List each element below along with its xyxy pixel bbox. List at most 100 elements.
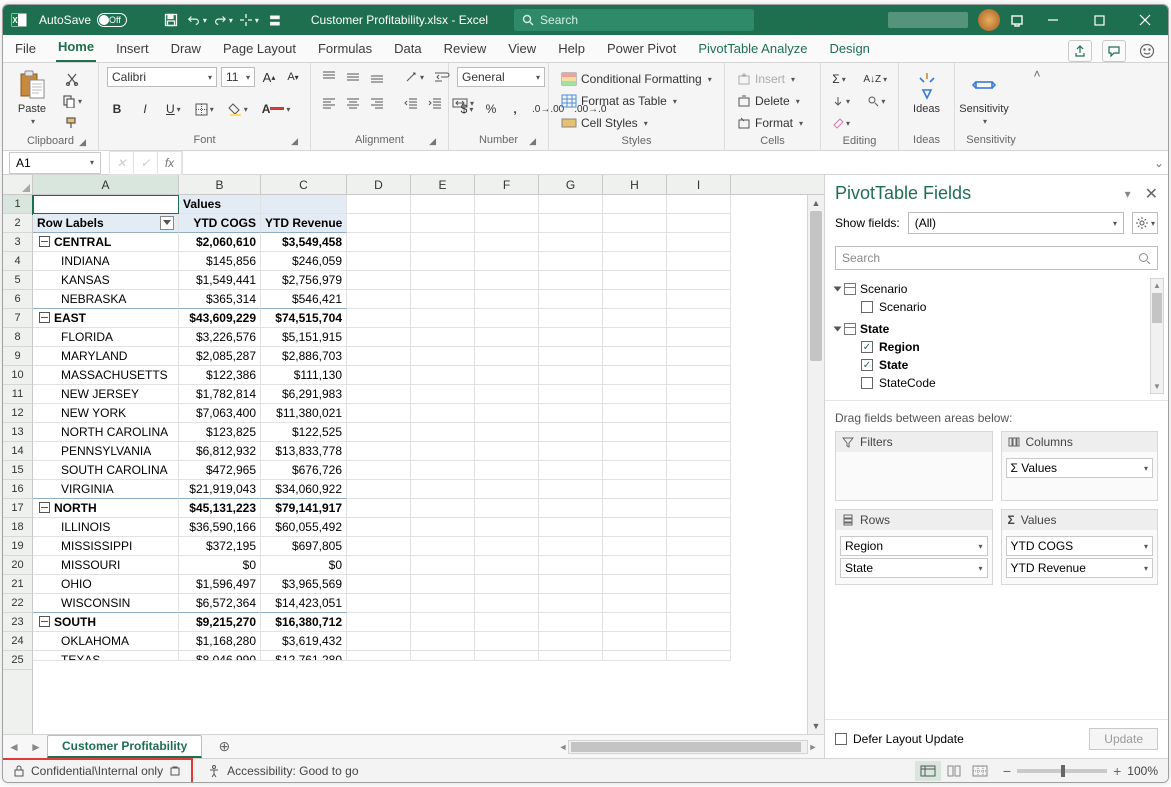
align-bottom-icon[interactable] [367,67,387,87]
cell-C2[interactable]: YTD Revenue [261,214,347,233]
sensitivity-label-status[interactable]: Confidential\Internal only [2,758,193,784]
share-button[interactable] [1068,40,1092,62]
normal-view-icon[interactable] [915,761,941,781]
col-header-A[interactable]: A [33,175,179,194]
cell-A2[interactable]: Row Labels [33,214,179,233]
percent-format-icon[interactable]: % [481,99,501,119]
select-all-triangle[interactable] [3,175,33,194]
row-header[interactable]: 10 [3,366,32,385]
user-avatar[interactable] [978,9,1000,31]
zoom-out-icon[interactable]: − [1003,763,1011,779]
sheet-tab[interactable]: Customer Profitability [47,735,202,758]
area-rows[interactable]: Rows Region▾ State▾ [835,509,993,585]
align-left-icon[interactable] [319,93,339,113]
formula-input[interactable] [183,152,1150,174]
page-break-view-icon[interactable] [967,761,993,781]
row-header[interactable]: 17 [3,499,32,518]
tab-power-pivot[interactable]: Power Pivot [605,37,678,62]
scroll-up-icon[interactable]: ▲ [808,195,824,211]
horizontal-scrollbar[interactable] [568,740,808,754]
row-header[interactable]: 21 [3,575,32,594]
cells-grid[interactable]: Values Row LabelsYTD COGSYTD Revenue CEN… [33,195,807,734]
area-filters[interactable]: Filters [835,431,993,501]
pivot-filter-icon[interactable] [160,216,174,230]
autosum-icon[interactable]: Σ▾ [829,69,849,89]
tab-view[interactable]: View [506,37,538,62]
col-header-H[interactable]: H [603,175,667,194]
row-header[interactable]: 9 [3,347,32,366]
alignment-launcher-icon[interactable]: ◢ [429,136,436,147]
cancel-formula-icon[interactable]: ✕ [110,152,134,174]
tab-page-layout[interactable]: Page Layout [221,37,298,62]
tab-insert[interactable]: Insert [114,37,151,62]
cell-A1[interactable] [33,195,179,214]
clipboard-launcher-icon[interactable]: ◢ [79,137,86,148]
tab-design[interactable]: Design [827,37,871,62]
scroll-right-icon[interactable]: ► [808,742,818,752]
find-select-icon[interactable]: ▾ [864,91,888,111]
tab-file[interactable]: File [13,37,38,62]
sheet-nav-next-icon[interactable]: ► [25,740,47,754]
pane-settings-button[interactable]: ▾ [1132,212,1158,234]
field-statecode[interactable]: StateCode [835,374,1158,392]
row-header[interactable]: 20 [3,556,32,575]
collapse-icon[interactable] [39,616,50,627]
sort-filter-icon[interactable]: A↓Z▾ [860,69,890,89]
zoom-in-icon[interactable]: + [1113,763,1121,779]
fill-color-icon[interactable]: ▾ [225,99,251,119]
row-header[interactable]: 2 [3,214,32,233]
edit-sensitivity-icon[interactable] [169,765,181,777]
orientation-icon[interactable]: ▾ [401,67,427,87]
scroll-left-icon[interactable]: ◄ [558,742,568,752]
format-painter-icon[interactable] [59,113,85,133]
area-columns[interactable]: Columns Σ Values▾ [1001,431,1159,501]
delete-cells-button[interactable]: Delete▾ [733,91,807,111]
align-right-icon[interactable] [367,93,387,113]
row-header[interactable]: 25 [3,651,32,670]
italic-icon[interactable]: I [135,99,155,119]
field-state[interactable]: ✓State [835,356,1158,374]
col-header-F[interactable]: F [475,175,539,194]
paste-button[interactable]: Paste ▾ [11,67,53,126]
enter-formula-icon[interactable]: ✓ [134,152,158,174]
fx-icon[interactable]: fx [158,152,182,174]
undo-icon[interactable]: ▾ [187,9,207,31]
increase-indent-icon[interactable] [425,93,445,113]
row-header[interactable]: 7 [3,309,32,328]
row-header[interactable]: 6 [3,290,32,309]
format-as-table-button[interactable]: Format as Table▾ [557,91,716,111]
tab-review[interactable]: Review [442,37,489,62]
checkbox-icon[interactable] [861,301,873,313]
row-header[interactable]: 12 [3,404,32,423]
number-launcher-icon[interactable]: ◢ [529,136,536,147]
pane-dropdown-icon[interactable]: ▾ [1125,187,1131,201]
defer-update-checkbox[interactable]: Defer Layout Update [835,732,964,746]
number-format-combo[interactable]: General▾ [457,67,545,87]
increase-font-icon[interactable]: A▴ [259,67,279,87]
borders-icon[interactable]: ▾ [192,99,217,119]
cell-A3[interactable]: CENTRAL [33,233,179,252]
checkbox-icon[interactable]: ✓ [861,341,873,353]
redo-icon[interactable]: ▾ [213,9,233,31]
align-top-icon[interactable] [319,67,339,87]
checkbox-icon[interactable] [861,377,873,389]
col-header-C[interactable]: C [261,175,347,194]
tab-data[interactable]: Data [392,37,423,62]
font-size-combo[interactable]: 11▾ [221,67,255,87]
row-header[interactable]: 14 [3,442,32,461]
scroll-down-icon[interactable]: ▼ [808,718,824,734]
name-box[interactable]: A1▾ [9,152,101,174]
font-launcher-icon[interactable]: ◢ [291,136,298,147]
ribbon-options-icon[interactable] [1010,13,1024,27]
align-middle-icon[interactable] [343,67,363,87]
clear-icon[interactable]: ▾ [829,113,853,133]
font-name-combo[interactable]: Calibri▾ [107,67,217,87]
row-header[interactable]: 4 [3,252,32,271]
pill-ytd-revenue[interactable]: YTD Revenue▾ [1006,558,1154,578]
qat-customize-icon[interactable]: 〓 [265,9,285,31]
col-header-B[interactable]: B [179,175,261,194]
comma-format-icon[interactable]: , [505,99,525,119]
tab-pivottable-analyze[interactable]: PivotTable Analyze [696,37,809,62]
tab-draw[interactable]: Draw [169,37,203,62]
insert-cells-button[interactable]: Insert▾ [733,69,807,89]
